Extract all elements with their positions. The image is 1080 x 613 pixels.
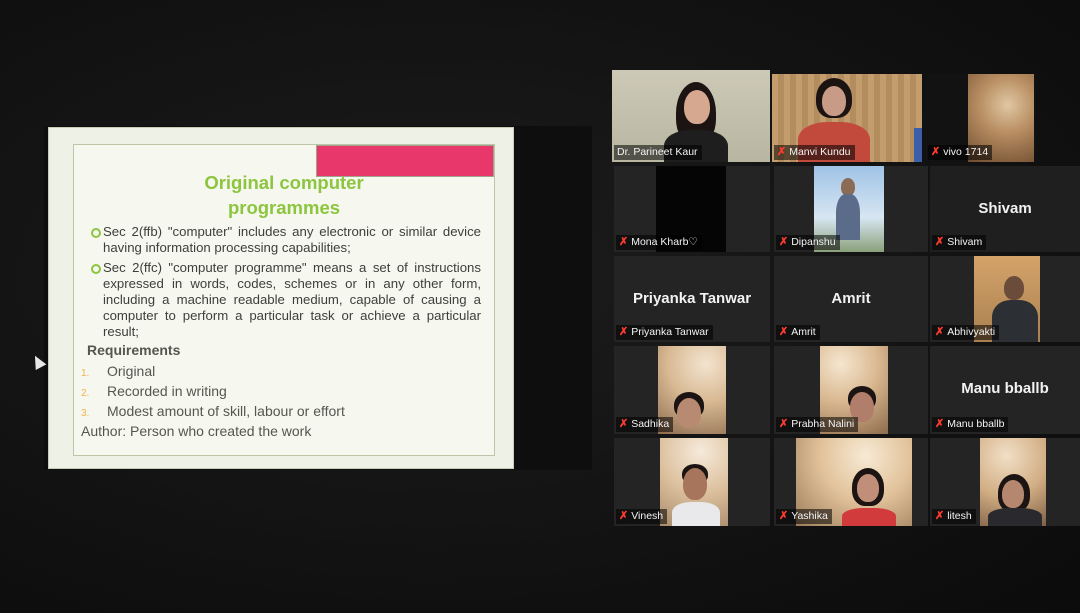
- video-tile-amrit[interactable]: Amrit ✗ Amrit: [774, 256, 928, 342]
- muted-mic-icon: ✗: [619, 418, 629, 430]
- participant-center-name: Amrit: [831, 290, 871, 307]
- participant-name-tag: ✗ vivo 1714: [928, 145, 993, 160]
- video-tile-vinesh[interactable]: ✗ Vinesh: [614, 438, 770, 526]
- participant-name-tag: ✗ Yashika: [776, 509, 832, 524]
- muted-mic-icon: ✗: [619, 326, 629, 338]
- video-tile-manu[interactable]: Manu bballb ✗ Manu bballb: [930, 346, 1080, 434]
- muted-mic-icon: ✗: [935, 326, 945, 338]
- participant-name-tag: ✗ Abhivyakti: [932, 325, 1000, 340]
- participant-name-tag: ✗ Amrit: [776, 325, 820, 340]
- participant-name-tag: ✗ Shivam: [932, 235, 987, 250]
- muted-mic-icon: ✗: [935, 510, 945, 522]
- slide-title: Original computer programmes: [89, 170, 479, 220]
- bullet-computer: Sec 2(ffb) "computer" includes any elect…: [91, 224, 481, 256]
- participant-name-tag: ✗ Vinesh: [616, 509, 668, 524]
- slide-author-line: Author: Person who created the work: [81, 423, 312, 439]
- video-tile-shivam[interactable]: Shivam ✗ Shivam: [930, 166, 1080, 252]
- shared-screen: Original computer programmes Sec 2(ffb) …: [44, 126, 592, 470]
- video-tile-abhivyakti[interactable]: ✗ Abhivyakti: [930, 256, 1080, 342]
- requirement-item: 3. Modest amount of skill, labour or effo…: [81, 403, 345, 419]
- slide-title-line2: programmes: [227, 197, 341, 218]
- muted-mic-icon: ✗: [931, 146, 941, 158]
- muted-mic-icon: ✗: [619, 510, 629, 522]
- video-tile-sadhika[interactable]: ✗ Sadhika: [614, 346, 770, 434]
- video-tile-yashika[interactable]: ✗ Yashika: [774, 438, 928, 526]
- requirement-item: 2. Recorded in writing: [81, 383, 227, 399]
- participant-name-tag: ✗ Sadhika: [616, 417, 674, 432]
- requirement-item: 1. Original: [81, 363, 156, 379]
- video-tile-prabha[interactable]: ✗ Prabha Nalini: [774, 346, 928, 434]
- participant-name-tag: ✗ Mona Kharb♡: [616, 235, 702, 250]
- muted-mic-icon: ✗: [779, 326, 789, 338]
- video-tile-priyanka[interactable]: Priyanka Tanwar ✗ Priyanka Tanwar: [614, 256, 770, 342]
- video-tile-parineet[interactable]: Dr. Parineet Kaur: [612, 70, 770, 162]
- participant-center-name: Priyanka Tanwar: [632, 290, 752, 307]
- participant-name-tag: ✗ Prabha Nalini: [776, 417, 859, 432]
- participant-center-name: Shivam: [978, 200, 1032, 217]
- participant-name-tag: ✗ Priyanka Tanwar: [616, 325, 713, 340]
- video-tile-mona[interactable]: ✗ Mona Kharb♡: [614, 166, 770, 252]
- slide-title-line1: Original computer: [204, 172, 364, 193]
- bullet-dot-icon: [91, 264, 101, 274]
- presentation-slide: Original computer programmes Sec 2(ffb) …: [48, 127, 514, 469]
- requirements-heading: Requirements: [87, 342, 181, 358]
- participant-name-tag: ✗ Dipanshu: [776, 235, 840, 250]
- video-tile-dipanshu[interactable]: ✗ Dipanshu: [774, 166, 928, 252]
- bullet-dot-icon: [91, 228, 101, 238]
- participant-name-tag: ✗ litesh: [932, 509, 976, 524]
- muted-mic-icon: ✗: [935, 236, 945, 248]
- muted-mic-icon: ✗: [777, 146, 787, 158]
- muted-mic-icon: ✗: [935, 418, 945, 430]
- participant-center-name: Manu bballb: [961, 380, 1049, 397]
- video-feed: [980, 438, 1046, 526]
- participant-name-tag: Dr. Parineet Kaur: [614, 145, 702, 160]
- video-tile-litesh[interactable]: ✗ litesh: [930, 438, 1080, 526]
- participant-name-tag: ✗ Manvi Kundu: [774, 145, 855, 160]
- video-tile-vivo[interactable]: ✗ vivo 1714: [926, 74, 1036, 162]
- video-tile-manvi[interactable]: ✗ Manvi Kundu: [772, 74, 922, 162]
- bullet-computer-programme: Sec 2(ffc) "computer programme" means a …: [91, 260, 481, 340]
- muted-mic-icon: ✗: [619, 236, 629, 248]
- muted-mic-icon: ✗: [779, 236, 789, 248]
- muted-mic-icon: ✗: [779, 510, 789, 522]
- muted-mic-icon: ✗: [779, 418, 789, 430]
- video-feed: [660, 438, 728, 526]
- participant-name-tag: ✗ Manu bballb: [932, 417, 1009, 432]
